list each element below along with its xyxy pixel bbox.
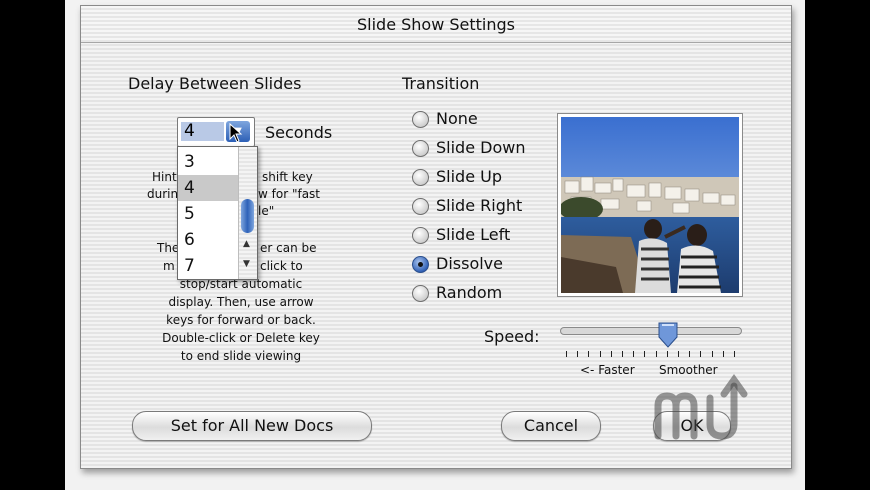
hint-line-2-right: w for "fast — [258, 187, 320, 201]
mouse-cursor-icon — [229, 123, 243, 143]
hint-line-3-right: le" — [258, 204, 275, 218]
seconds-label: Seconds — [265, 123, 333, 142]
delay-value[interactable]: 4 — [181, 122, 224, 141]
radio-random[interactable] — [412, 285, 429, 302]
delay-option-6[interactable]: 6 — [178, 227, 242, 253]
delay-option-3[interactable]: 3 — [178, 149, 242, 175]
radio-slide-down[interactable] — [412, 140, 429, 157]
hint-line-1-right: shift key — [262, 170, 313, 184]
slider-tick — [588, 351, 590, 357]
macupdate-logo-icon — [654, 373, 748, 440]
delay-options-list[interactable]: 3 4 5 6 7 ▲ ▼ — [177, 146, 258, 280]
slider-tick — [722, 351, 724, 357]
hint-line-4-right: er can be — [260, 241, 317, 255]
transition-heading: Transition — [402, 74, 480, 93]
help-line-4: Double-click or Delete key — [162, 331, 320, 345]
title-bar[interactable]: Slide Show Settings — [81, 6, 791, 43]
slider-tick — [599, 351, 601, 357]
set-for-all-new-docs-button[interactable]: Set for All New Docs — [132, 411, 372, 441]
help-line-3: keys for forward or back. — [166, 313, 316, 327]
cancel-button[interactable]: Cancel — [501, 411, 601, 441]
radio-label-slide-left[interactable]: Slide Left — [436, 225, 510, 244]
radio-label-slide-up[interactable]: Slide Up — [436, 167, 502, 186]
scroll-up-arrow-icon[interactable]: ▲ — [243, 239, 250, 249]
delay-popup[interactable]: 4 ▼ — [177, 117, 255, 147]
slider-tick — [689, 351, 691, 357]
delay-option-5[interactable]: 5 — [178, 201, 242, 227]
faster-caption: <- Faster — [580, 363, 635, 377]
slider-tick — [711, 351, 713, 357]
delay-option-4[interactable]: 4 — [178, 175, 242, 201]
scroll-down-arrow-icon[interactable]: ▼ — [243, 259, 250, 269]
help-line-2: display. Then, use arrow — [168, 295, 314, 309]
hint-line-5-left: m — [163, 259, 175, 273]
speed-slider-track[interactable] — [560, 327, 742, 335]
delay-option-7[interactable]: 7 — [178, 253, 242, 279]
list-scrollbar[interactable]: ▲ ▼ — [238, 147, 257, 279]
slider-tick — [610, 351, 612, 357]
hint-line-2-left: durin — [147, 187, 179, 201]
slider-tick — [633, 351, 635, 357]
radio-slide-right[interactable] — [412, 198, 429, 215]
hint-line-5-right: click to — [260, 259, 303, 273]
hint-line-4-left: The — [157, 241, 180, 255]
radio-label-none[interactable]: None — [436, 109, 478, 128]
slider-tick — [666, 351, 668, 357]
radio-slide-up[interactable] — [412, 169, 429, 186]
slider-tick — [655, 351, 657, 357]
radio-label-random[interactable]: Random — [436, 283, 502, 302]
slider-tick — [644, 351, 646, 357]
radio-slide-left[interactable] — [412, 227, 429, 244]
help-line-5: to end slide viewing — [180, 349, 302, 363]
slider-tick — [622, 351, 623, 357]
slider-tick — [678, 351, 679, 357]
hint-line-1-left: Hint — [152, 170, 177, 184]
slider-tick — [734, 351, 735, 357]
slider-tick — [700, 351, 702, 357]
window-title: Slide Show Settings — [356, 15, 515, 34]
radio-label-slide-right[interactable]: Slide Right — [436, 196, 522, 215]
radio-none[interactable] — [412, 111, 429, 128]
speed-label: Speed: — [484, 327, 540, 346]
transition-preview-image — [557, 113, 743, 297]
speed-slider-thumb[interactable] — [658, 322, 678, 348]
radio-label-slide-down[interactable]: Slide Down — [436, 138, 525, 157]
radio-dissolve[interactable] — [412, 256, 429, 273]
delay-heading: Delay Between Slides — [128, 74, 302, 93]
slider-tick — [577, 351, 579, 357]
scrollbar-thumb[interactable] — [241, 199, 254, 233]
slider-tick — [566, 351, 567, 357]
radio-label-dissolve[interactable]: Dissolve — [436, 254, 503, 273]
